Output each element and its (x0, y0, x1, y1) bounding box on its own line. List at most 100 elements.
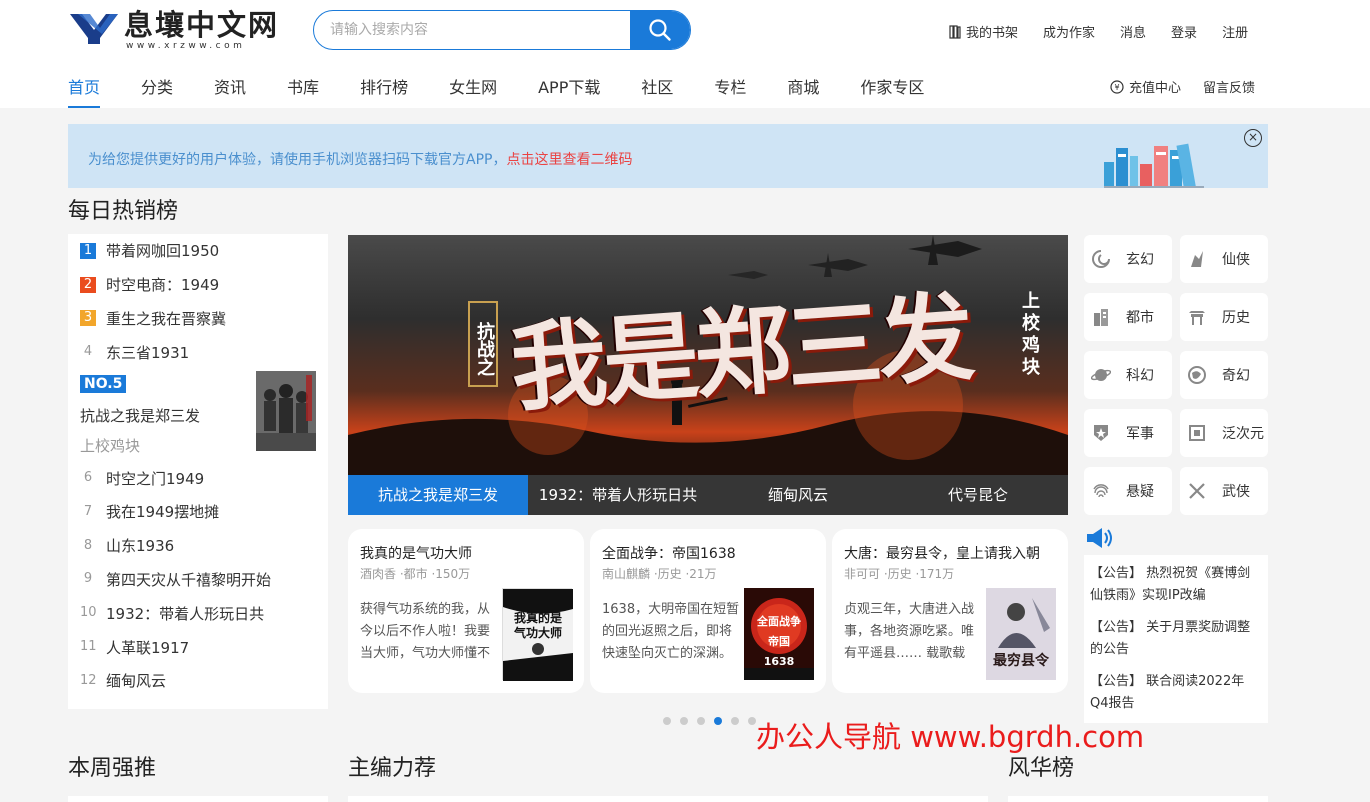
card-title: 我真的是气功大师 (360, 546, 472, 562)
rank-item[interactable]: 9 第四天灾从千禧黎明开始 (80, 563, 328, 597)
carousel-dot[interactable] (697, 717, 705, 725)
login-link[interactable]: 登录 (1171, 22, 1197, 41)
nav-news[interactable]: 资讯 (214, 70, 246, 108)
become-author-link[interactable]: 成为作家 (1043, 22, 1095, 41)
genre-junshi[interactable]: 军事 (1084, 409, 1172, 457)
nav-author-zone[interactable]: 作家专区 (860, 70, 924, 108)
cover-text: 我真的是气功大师 (513, 611, 562, 640)
nav-app-download[interactable]: APP下载 (538, 70, 600, 108)
genre-label: 军事 (1126, 426, 1154, 442)
genre-kehuan[interactable]: 科幻 (1084, 351, 1172, 399)
books-illustration (1104, 143, 1204, 188)
book-card[interactable]: 全面战争：帝国1638 南山麒麟 ·历史 ·21万 1638，大明帝国在短暂的回… (590, 529, 826, 693)
book-card[interactable]: 大唐：最穷县令，皇上请我入朝 非可可 ·历史 ·171万 贞观三年，大唐进入战事… (832, 529, 1068, 693)
site-logo[interactable]: 息壤中文网 www.xrzww.com (68, 8, 278, 54)
rank-item[interactable]: 2 时空电商：1949 (80, 268, 328, 302)
carousel-tab[interactable]: 1932：带着人形玩日共 (528, 475, 708, 515)
rank-featured[interactable]: NO.5 抗战之我是郑三发 上校鸡块 (80, 369, 328, 461)
genre-label: 科幻 (1126, 368, 1154, 384)
genre-lishi[interactable]: 历史 (1180, 293, 1268, 341)
carousel-dot[interactable] (680, 717, 688, 725)
card-cover[interactable]: 我真的是气功大师 (502, 588, 573, 681)
rank-item[interactable]: 4 东三省1931 (80, 335, 328, 369)
rank-badge: NO.5 (80, 375, 127, 394)
carousel-dots (663, 717, 765, 725)
genre-grid: 玄幻 仙侠 都市 历史 科幻 奇幻 军事 泛次元 悬疑 武侠 (1084, 235, 1268, 525)
notice-item[interactable]: 【公告】 关于月票奖励调整的公告 (1090, 617, 1260, 661)
genre-xianxia[interactable]: 仙侠 (1180, 235, 1268, 283)
rank-number: 3 (80, 310, 96, 327)
notice-list: 【公告】 热烈祝贺《赛博剑仙铁雨》实现IP改编 【公告】 关于月票奖励调整的公告… (1084, 555, 1268, 723)
search-icon (649, 19, 671, 41)
daily-bestseller-title: 每日热销榜 (68, 199, 179, 224)
search-box (313, 10, 691, 50)
rank-item[interactable]: 12 缅甸风云 (80, 664, 328, 698)
genre-label: 都市 (1126, 310, 1154, 326)
feedback-link[interactable]: 留言反馈 (1203, 77, 1255, 96)
nav-ranking[interactable]: 排行榜 (360, 70, 408, 108)
genre-label: 武侠 (1222, 484, 1250, 500)
carousel-tab[interactable]: 抗战之我是郑三发 (348, 475, 528, 515)
carousel-tab[interactable]: 缅甸风云 (708, 475, 888, 515)
card-meta: 南山麒麟 ·历史 ·21万 (602, 567, 717, 581)
notice-item[interactable]: 【公告】 热烈祝贺《赛博剑仙铁雨》实现IP改编 (1090, 563, 1260, 607)
rank-item[interactable]: 8 山东1936 (80, 529, 328, 563)
rank-item[interactable]: 7 我在1949摆地摊 (80, 495, 328, 529)
nav-home[interactable]: 首页 (68, 70, 101, 108)
carousel-tabs: 抗战之我是郑三发 1932：带着人形玩日共 缅甸风云 代号昆仑 (348, 475, 1068, 515)
carousel-tab[interactable]: 代号昆仑 (888, 475, 1068, 515)
rank-item[interactable]: 1 带着网咖回1950 (80, 234, 328, 268)
genre-dushi[interactable]: 都市 (1084, 293, 1172, 341)
cover-text: 最穷县令 (993, 653, 1049, 669)
messages-link[interactable]: 消息 (1120, 22, 1146, 41)
carousel-dot[interactable] (663, 717, 671, 725)
notice-item[interactable]: 【公告】 联合阅读2022年Q4报告 (1090, 671, 1260, 715)
app-banner: 为给您提供更好的用户体验，请使用手机浏览器扫码下载官方APP，点击这里查看二维码… (68, 124, 1268, 188)
banner-close-button[interactable]: × (1244, 129, 1262, 147)
featured-cover[interactable] (256, 371, 316, 452)
search-button[interactable] (630, 11, 690, 49)
card-cover[interactable]: 最穷县令 (986, 588, 1056, 680)
rank-item[interactable]: 3 重生之我在晋察冀 (80, 302, 328, 336)
rank-item[interactable]: 10 1932：带着人形玩日共 (80, 596, 328, 630)
nav-female[interactable]: 女生网 (449, 70, 497, 108)
carousel-dot[interactable] (731, 717, 739, 725)
nav-column[interactable]: 专栏 (714, 70, 746, 108)
rank-item[interactable]: 11 人革联1917 (80, 630, 328, 664)
bookshelf-link[interactable]: 我的书架 (948, 22, 1018, 41)
genre-wuxia[interactable]: 武侠 (1180, 467, 1268, 515)
genre-label: 悬疑 (1126, 484, 1154, 500)
immortal-icon (1186, 248, 1208, 270)
soldiers-image (256, 371, 316, 452)
frame-icon (1186, 422, 1208, 444)
hero-carousel: 抗战之 我是郑三发 上校鸡块 抗战之我是郑三发 1932：带着人形玩日共 缅甸风… (348, 235, 1068, 515)
rank-number: 12 (80, 672, 97, 688)
nav-mall[interactable]: 商城 (787, 70, 819, 108)
search-input[interactable] (330, 11, 630, 49)
banner-qr-link[interactable]: 点击这里查看二维码 (506, 152, 632, 168)
nav-library[interactable]: 书库 (287, 70, 319, 108)
nav-category[interactable]: 分类 (141, 70, 173, 108)
carousel-slide-image[interactable]: 抗战之 我是郑三发 上校鸡块 (348, 235, 1068, 475)
register-link[interactable]: 注册 (1222, 22, 1248, 41)
rank-number: 6 (83, 470, 93, 486)
nav-community[interactable]: 社区 (641, 70, 673, 108)
carousel-dot-active[interactable] (714, 717, 722, 725)
book-card[interactable]: 我真的是气功大师 酒肉香 ·都市 ·150万 获得气功系统的我，从今以后不作人啦… (348, 529, 584, 693)
rank-title: 重生之我在晋察冀 (106, 309, 227, 328)
rank-item[interactable]: 6 时空之门1949 (80, 461, 328, 495)
card-cover[interactable]: 全面战争帝国1638 (744, 588, 814, 680)
rank-number: 8 (83, 537, 93, 553)
carousel-dot[interactable] (748, 717, 756, 725)
genre-fanciyuan[interactable]: 泛次元 (1180, 409, 1268, 457)
card-description: 1638，大明帝国在短暂的回光返照之后，即将快速坠向灭亡的深渊。 (602, 602, 740, 661)
genre-qihuan[interactable]: 奇幻 (1180, 351, 1268, 399)
top-links: 我的书架 成为作家 消息 登录 注册 (948, 22, 1248, 41)
genre-label: 泛次元 (1222, 426, 1264, 442)
rank-title: 时空之门1949 (106, 469, 205, 488)
genre-xuanyi[interactable]: 悬疑 (1084, 467, 1172, 515)
genre-label: 奇幻 (1222, 368, 1250, 384)
recharge-link[interactable]: ¥ 充值中心 (1110, 77, 1181, 96)
genre-xuanhuan[interactable]: 玄幻 (1084, 235, 1172, 283)
rank-number: 10 (80, 605, 97, 621)
